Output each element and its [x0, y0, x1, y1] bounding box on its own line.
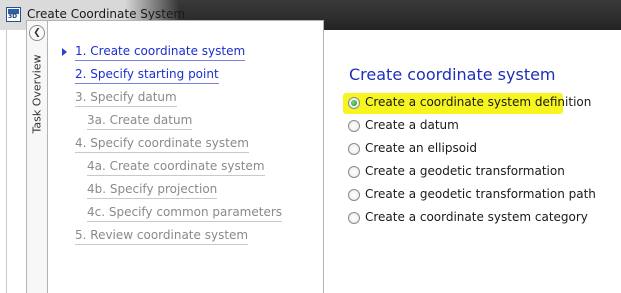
radio-button[interactable]: [348, 189, 360, 201]
chevron-left-icon[interactable]: ❮: [29, 25, 45, 41]
task-overview-sidebar: ❮ Task Overview: [27, 21, 48, 293]
option-label: Create a coordinate system definition: [365, 95, 592, 109]
step-2-specify-starting-point[interactable]: 2. Specify starting point: [75, 67, 219, 84]
app-3d-icon: 3D: [6, 7, 21, 22]
radio-button-selected[interactable]: [348, 97, 360, 109]
option-label: Create an ellipsoid: [365, 141, 478, 155]
step-4-specify-coordinate-system: 4. Specify coordinate system: [75, 136, 249, 153]
step-4c-specify-common-parameters: 4c. Specify common parameters: [87, 205, 283, 222]
option-label: Create a coordinate system category: [365, 210, 588, 224]
option-label: Create a datum: [365, 118, 459, 132]
app-icon-text: 3D: [8, 13, 18, 20]
page-title: Create coordinate system: [349, 65, 556, 84]
radio-button[interactable]: [348, 166, 360, 178]
step-1-create-coordinate-system[interactable]: 1. Create coordinate system: [75, 44, 246, 61]
radio-button[interactable]: [348, 212, 360, 224]
radio-button[interactable]: [348, 120, 360, 132]
task-overview-label: Task Overview: [30, 54, 44, 134]
step-4a-create-coordinate-system: 4a. Create coordinate system: [87, 159, 265, 176]
option-label: Create a geodetic transformation path: [365, 187, 596, 201]
step-4b-specify-projection: 4b. Specify projection: [87, 182, 218, 199]
option-label: Create a geodetic transformation: [365, 164, 565, 178]
left-border: [6, 30, 7, 293]
window-title: Create Coordinate System: [27, 7, 186, 21]
step-3a-create-datum: 3a. Create datum: [87, 113, 193, 130]
step-5-review-coordinate-system: 5. Review coordinate system: [75, 228, 249, 245]
radio-button[interactable]: [348, 143, 360, 155]
task-overview-panel: ❮ Task Overview 1. Create coordinate sys…: [26, 20, 324, 293]
current-step-caret-icon: [62, 48, 67, 56]
step-3-specify-datum: 3. Specify datum: [75, 90, 177, 107]
